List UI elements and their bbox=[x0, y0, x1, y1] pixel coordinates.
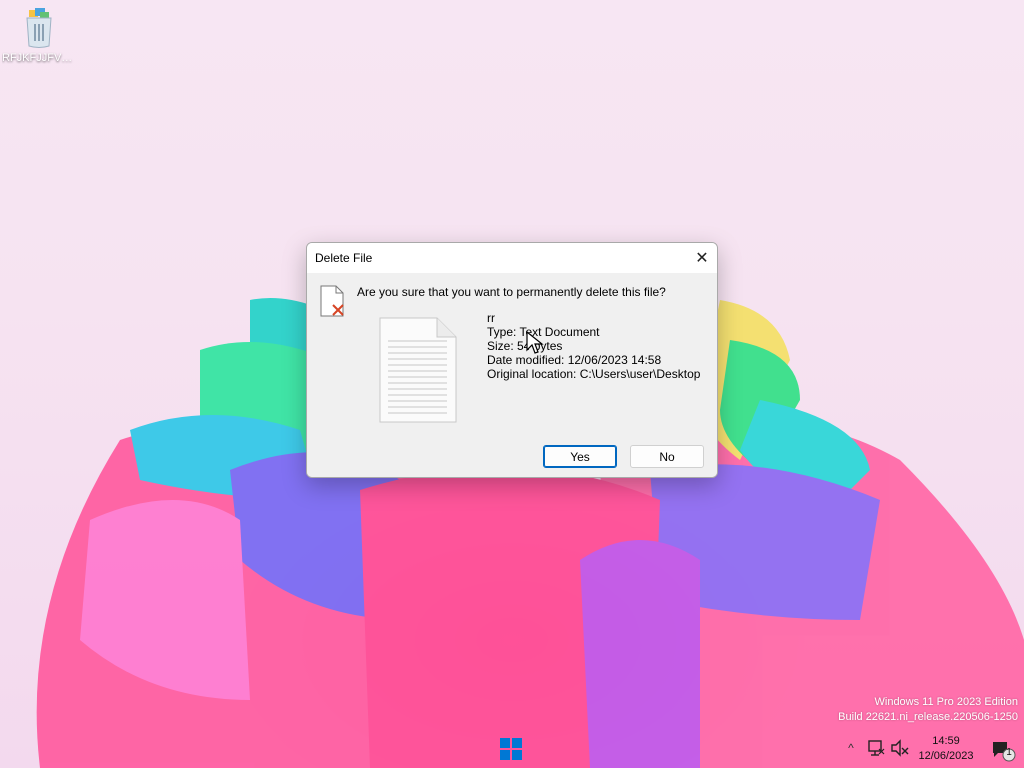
show-hidden-icons-chevron-icon[interactable]: ^ bbox=[843, 736, 859, 760]
desktop-icon-recycle-bin[interactable]: RFJKFJJFVD... bbox=[2, 8, 76, 64]
notification-count-badge: 1 bbox=[1006, 747, 1012, 758]
desktop-icon-label: RFJKFJJFVD... bbox=[2, 52, 76, 64]
file-date-modified: Date modified: 12/06/2023 14:58 bbox=[487, 353, 662, 367]
delete-file-icon bbox=[320, 285, 344, 317]
clock-time: 14:59 bbox=[932, 735, 960, 747]
file-original-location: Original location: C:\Users\user\Desktop bbox=[487, 367, 701, 381]
confirm-question: Are you sure that you want to permanentl… bbox=[357, 285, 666, 299]
watermark-edition: Windows 11 Pro 2023 Edition bbox=[874, 696, 1019, 708]
delete-file-dialog: Delete File ✕ Are you sure that you want… bbox=[306, 242, 718, 478]
windows-logo-icon[interactable] bbox=[500, 738, 522, 760]
file-info: rr Type: Text Document Size: 54 bytes Da… bbox=[487, 311, 700, 381]
recycle-bin-icon bbox=[23, 8, 55, 48]
volume-muted-icon[interactable] bbox=[890, 736, 910, 760]
clock-date: 12/06/2023 bbox=[918, 750, 974, 762]
notification-center-button[interactable]: 1 bbox=[990, 738, 1016, 762]
mouse-pointer-icon bbox=[526, 331, 544, 354]
dialog-titlebar[interactable]: Delete File ✕ bbox=[307, 243, 717, 273]
dialog-title: Delete File bbox=[315, 251, 373, 265]
file-name: rr bbox=[487, 311, 495, 325]
text-document-thumbnail-icon bbox=[379, 317, 457, 423]
network-icon[interactable] bbox=[866, 736, 886, 760]
taskbar-clock[interactable]: 14:59 12/06/2023 bbox=[914, 734, 978, 764]
file-type: Type: Text Document bbox=[487, 325, 600, 339]
yes-button[interactable]: Yes bbox=[543, 445, 617, 468]
no-button[interactable]: No bbox=[630, 445, 704, 468]
close-icon[interactable]: ✕ bbox=[687, 243, 717, 273]
file-size: Size: 54 bytes bbox=[487, 339, 563, 353]
